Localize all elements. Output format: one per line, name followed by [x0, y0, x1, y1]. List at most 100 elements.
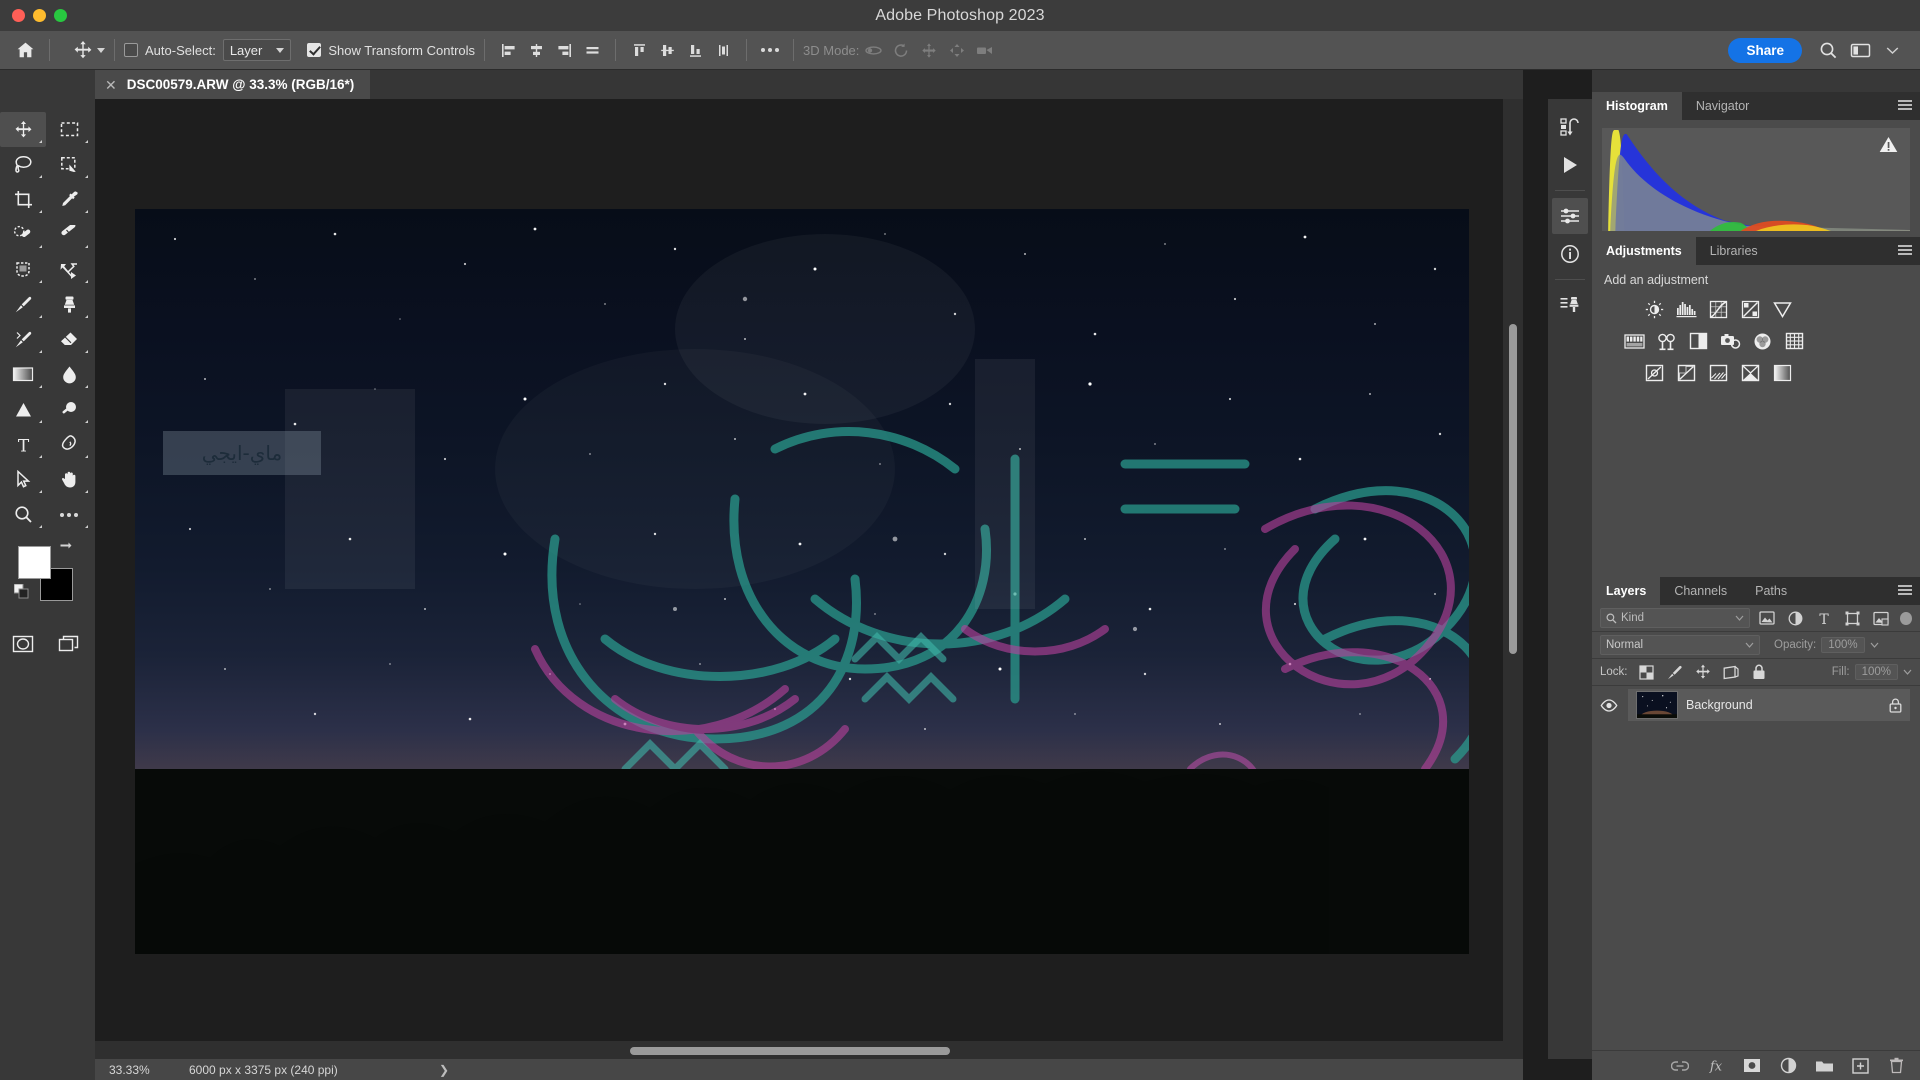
posterize-icon[interactable] — [1674, 361, 1698, 385]
tab-layers[interactable]: Layers — [1592, 577, 1661, 605]
properties-icon[interactable] — [1552, 198, 1588, 234]
current-tool-move-icon[interactable] — [73, 36, 105, 64]
actions-play-icon[interactable] — [1552, 147, 1588, 183]
minimize-window-button[interactable] — [33, 9, 46, 22]
close-icon[interactable]: ✕ — [105, 78, 117, 92]
zoom-tool[interactable] — [0, 497, 46, 532]
color-balance-icon[interactable] — [1654, 329, 1678, 353]
tool-preset-chevron-down-icon[interactable] — [97, 47, 105, 53]
spot-healing-brush-tool[interactable] — [0, 217, 46, 252]
info-icon[interactable] — [1552, 236, 1588, 272]
burn-tool[interactable] — [46, 392, 92, 427]
quick-mask-icon[interactable] — [0, 626, 46, 661]
distribute-widths-icon[interactable] — [709, 37, 737, 63]
healing-brush-tool[interactable] — [46, 217, 92, 252]
tab-histogram[interactable]: Histogram — [1592, 92, 1682, 120]
align-right-edges-icon[interactable] — [550, 37, 578, 63]
hue-saturation-icon[interactable] — [1622, 329, 1646, 353]
link-layers-icon[interactable] — [1670, 1056, 1690, 1076]
filter-pixel-icon[interactable] — [1756, 608, 1778, 628]
default-colors-icon[interactable] — [14, 584, 29, 599]
canvas-area[interactable]: ماي-ايجي — [95, 99, 1523, 1059]
screen-mode-icon[interactable] — [46, 626, 92, 661]
channel-mixer-icon[interactable] — [1750, 329, 1774, 353]
share-button[interactable]: Share — [1728, 37, 1802, 63]
search-icon[interactable] — [1814, 37, 1842, 63]
uncached-data-warning-icon[interactable] — [1879, 136, 1898, 153]
layer-row-content[interactable]: Background — [1628, 689, 1910, 721]
dodge-tool[interactable] — [0, 392, 46, 427]
threshold-icon[interactable] — [1706, 361, 1730, 385]
opacity-control[interactable]: Opacity: 100% — [1774, 637, 1879, 653]
close-window-button[interactable] — [12, 9, 25, 22]
lock-position-icon[interactable] — [1692, 662, 1714, 682]
distribute-top-edges-icon[interactable] — [625, 37, 653, 63]
lock-transparent-pixels-icon[interactable] — [1636, 662, 1658, 682]
eraser-tool[interactable] — [46, 322, 92, 357]
tab-libraries[interactable]: Libraries — [1696, 237, 1772, 265]
clone-source-icon[interactable] — [1552, 287, 1588, 323]
layer-filter-kind-dropdown[interactable]: Kind — [1600, 608, 1750, 628]
home-icon[interactable] — [10, 37, 40, 63]
more-options-icon[interactable] — [756, 37, 784, 63]
workspace-layout-icon[interactable] — [1846, 37, 1874, 63]
fill-value[interactable]: 100% — [1854, 664, 1898, 680]
foreground-color-swatch[interactable] — [18, 546, 51, 579]
new-group-icon[interactable] — [1814, 1056, 1834, 1076]
clone-stamp-tool[interactable] — [46, 287, 92, 322]
panel-menu-icon[interactable] — [1898, 245, 1912, 255]
vibrance-icon[interactable] — [1770, 297, 1794, 321]
maximize-window-button[interactable] — [54, 9, 67, 22]
crop-tool[interactable] — [0, 182, 46, 217]
add-layer-style-fx-icon[interactable]: fx — [1706, 1056, 1726, 1076]
black-and-white-icon[interactable] — [1686, 329, 1710, 353]
lock-artboard-nesting-icon[interactable] — [1720, 662, 1742, 682]
history-icon[interactable] — [1552, 109, 1588, 145]
history-brush-tool[interactable] — [0, 322, 46, 357]
move-tool[interactable] — [0, 112, 46, 147]
filter-enable-toggle[interactable] — [1900, 611, 1913, 625]
chevron-down-icon[interactable] — [1903, 669, 1912, 675]
swap-colors-icon[interactable] — [58, 540, 73, 553]
align-left-edges-icon[interactable] — [494, 37, 522, 63]
new-layer-icon[interactable] — [1850, 1056, 1870, 1076]
show-transform-controls-checkbox[interactable] — [307, 36, 328, 64]
vertical-scrollbar-thumb[interactable] — [1509, 324, 1517, 654]
auto-select-scope-dropdown[interactable]: Layer — [222, 39, 292, 61]
hand-tool[interactable] — [46, 462, 92, 497]
filter-smart-object-icon[interactable] — [1870, 608, 1892, 628]
content-aware-move-tool[interactable] — [46, 252, 92, 287]
object-selection-tool[interactable] — [46, 147, 92, 182]
tab-channels[interactable]: Channels — [1660, 577, 1741, 605]
document-tab[interactable]: ✕ DSC00579.ARW @ 33.3% (RGB/16*) — [95, 70, 371, 99]
horizontal-scrollbar-thumb[interactable] — [630, 1047, 950, 1055]
distribute-vertical-centers-icon[interactable] — [653, 37, 681, 63]
align-top-edges-icon[interactable] — [578, 37, 606, 63]
curves-icon[interactable] — [1706, 297, 1730, 321]
selective-color-icon[interactable] — [1738, 361, 1762, 385]
fill-control[interactable]: Fill: 100% — [1832, 664, 1912, 680]
filter-adjustment-icon[interactable] — [1784, 608, 1806, 628]
zoom-level-field[interactable]: 33.33% — [109, 1063, 189, 1077]
lasso-tool[interactable] — [0, 147, 46, 182]
brush-tool[interactable] — [0, 287, 46, 322]
exposure-icon[interactable] — [1738, 297, 1762, 321]
rectangular-marquee-tool[interactable] — [46, 112, 92, 147]
panel-menu-icon[interactable] — [1898, 100, 1912, 110]
lock-all-icon[interactable] — [1748, 662, 1770, 682]
blend-mode-dropdown[interactable]: Normal — [1600, 635, 1760, 655]
auto-select-checkbox[interactable] — [124, 36, 145, 64]
chevron-down-icon[interactable] — [1870, 642, 1879, 648]
filter-shape-icon[interactable] — [1841, 608, 1863, 628]
tab-navigator[interactable]: Navigator — [1682, 92, 1764, 120]
align-horizontal-centers-icon[interactable] — [522, 37, 550, 63]
lock-icon[interactable] — [1889, 698, 1902, 713]
eyedropper-tool[interactable] — [46, 182, 92, 217]
color-lookup-icon[interactable] — [1782, 329, 1806, 353]
filter-type-icon[interactable]: T — [1813, 608, 1835, 628]
delete-layer-icon[interactable] — [1886, 1056, 1906, 1076]
panel-menu-icon[interactable] — [1898, 585, 1912, 595]
tab-paths[interactable]: Paths — [1741, 577, 1801, 605]
document-image[interactable]: ماي-ايجي — [135, 209, 1469, 954]
new-adjustment-layer-icon[interactable] — [1778, 1056, 1798, 1076]
